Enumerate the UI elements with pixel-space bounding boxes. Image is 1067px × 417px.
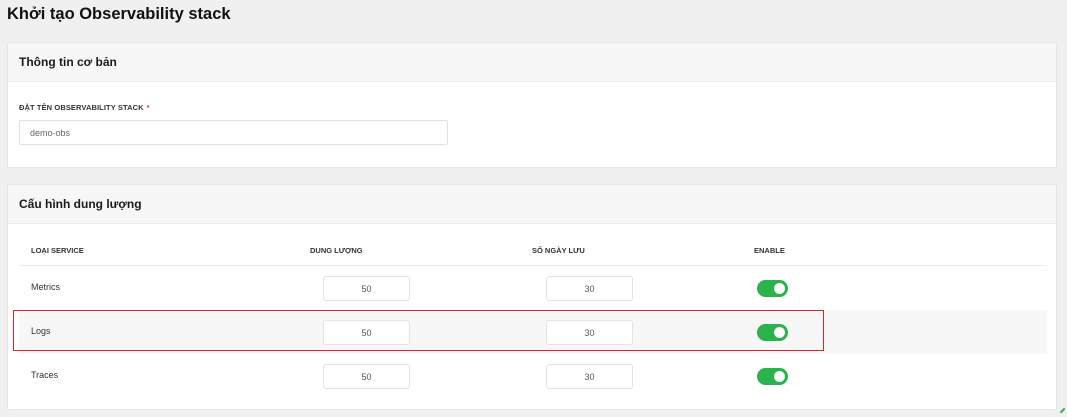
toggle-knob — [774, 327, 785, 338]
capacity-input[interactable] — [323, 364, 410, 389]
table-row-metrics: Metrics — [19, 266, 1047, 310]
stack-name-label-text: ĐẶT TÊN OBSERVABILITY STACK — [19, 103, 144, 112]
capacity-input[interactable] — [323, 276, 410, 301]
enable-toggle[interactable] — [757, 368, 788, 385]
retention-days-input[interactable] — [546, 320, 633, 345]
toggle-knob — [774, 371, 785, 382]
required-mark: * — [146, 103, 150, 112]
enable-toggle[interactable] — [757, 324, 788, 341]
service-name: Metrics — [31, 282, 60, 292]
column-header-enable: ENABLE — [754, 246, 785, 255]
service-name: Traces — [31, 370, 59, 380]
service-name: Logs — [31, 326, 51, 336]
table-header-row: LOẠI SERVICE DUNG LƯỢNG SỐ NGÀY LƯU ENAB… — [19, 234, 1047, 266]
enable-toggle[interactable] — [757, 280, 788, 297]
page-title: Khởi tạo Observability stack — [7, 5, 231, 23]
basic-info-card: Thông tin cơ bản ĐẶT TÊN OBSERVABILITY S… — [7, 42, 1057, 168]
basic-info-header: Thông tin cơ bản — [8, 43, 1056, 82]
capacity-config-card: Cấu hình dung lượng LOẠI SERVICE DUNG LƯ… — [7, 184, 1057, 410]
column-header-service-type: LOẠI SERVICE — [31, 246, 84, 255]
stack-name-label: ĐẶT TÊN OBSERVABILITY STACK * — [19, 103, 150, 112]
retention-days-input[interactable] — [546, 364, 633, 389]
column-header-retention-days: SỐ NGÀY LƯU — [532, 246, 585, 255]
table-row-logs: Logs — [19, 310, 1047, 354]
retention-days-input[interactable] — [546, 276, 633, 301]
corner-resize-mark — [1059, 407, 1067, 417]
stack-name-input[interactable] — [19, 120, 448, 145]
capacity-input[interactable] — [323, 320, 410, 345]
column-header-capacity: DUNG LƯỢNG — [310, 246, 363, 255]
capacity-table: LOẠI SERVICE DUNG LƯỢNG SỐ NGÀY LƯU ENAB… — [19, 234, 1047, 398]
toggle-knob — [774, 283, 785, 294]
capacity-config-header: Cấu hình dung lượng — [8, 185, 1056, 224]
table-row-traces: Traces — [19, 354, 1047, 398]
